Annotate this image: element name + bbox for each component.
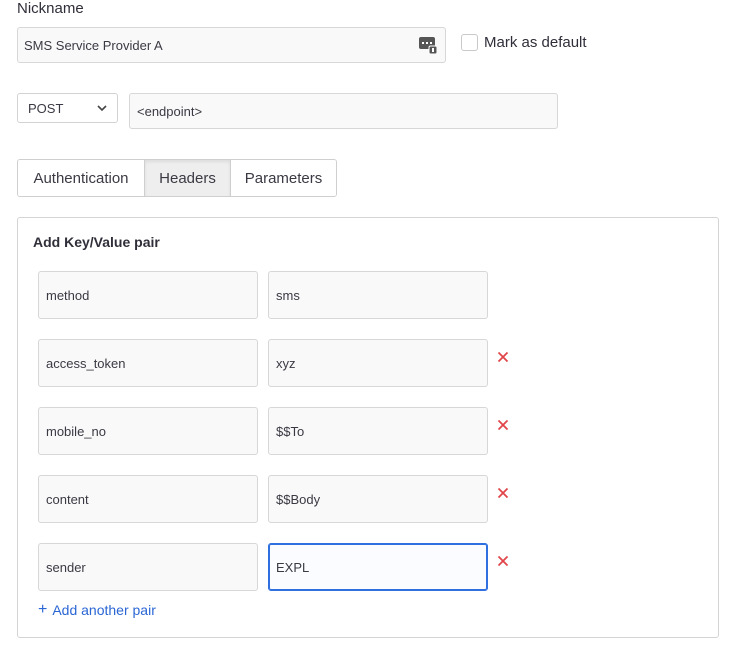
pair-key-value: method — [46, 287, 90, 303]
nickname-label: Nickname — [17, 0, 84, 17]
remove-pair-icon[interactable] — [497, 487, 509, 499]
pair-value-value: $$To — [276, 423, 305, 439]
tab-bar: Authentication Headers Parameters — [17, 159, 337, 197]
endpoint-value: <endpoint> — [137, 103, 203, 119]
nickname-input[interactable]: SMS Service Provider A — [17, 27, 446, 63]
pair-value-value: sms — [276, 287, 300, 303]
nickname-value: SMS Service Provider A — [24, 37, 163, 53]
tab-authentication[interactable]: Authentication — [18, 160, 145, 196]
pair-key-input[interactable]: access_token — [38, 339, 258, 387]
remove-pair-icon[interactable] — [497, 555, 509, 567]
remove-pair-icon[interactable] — [497, 351, 509, 363]
tab-parameters[interactable]: Parameters — [231, 160, 336, 196]
plus-icon: + — [38, 601, 48, 618]
pair-value-value: $$Body — [276, 491, 321, 507]
remove-pair-icon[interactable] — [497, 419, 509, 431]
pair-value-value: xyz — [276, 355, 296, 371]
pair-key-input[interactable]: mobile_no — [38, 407, 258, 455]
method-value: POST — [28, 100, 64, 116]
chevron-down-icon — [97, 104, 107, 111]
pair-value-input[interactable]: xyz — [268, 339, 488, 387]
pair-key-value: mobile_no — [46, 423, 106, 439]
pair-key-input[interactable]: content — [38, 475, 258, 523]
pair-value-input[interactable]: sms — [268, 271, 488, 319]
method-select[interactable]: POST — [17, 93, 118, 123]
pair-value-input[interactable]: $$Body — [268, 475, 488, 523]
tab-headers[interactable]: Headers — [145, 160, 231, 196]
default-checkbox[interactable] — [461, 34, 478, 51]
pair-value-value: EXPL — [276, 559, 310, 575]
pair-value-input[interactable]: EXPL — [268, 543, 488, 591]
password-manager-icon[interactable] — [419, 37, 437, 54]
add-pair-label: Add another pair — [52, 602, 156, 618]
add-pair-link[interactable]: + Add another pair — [38, 601, 156, 619]
default-checkbox-label[interactable]: Mark as default — [484, 34, 587, 51]
pair-key-value: content — [46, 491, 89, 507]
pair-value-input[interactable]: $$To — [268, 407, 488, 455]
pair-key-input[interactable]: sender — [38, 543, 258, 591]
pair-key-value: access_token — [46, 355, 126, 371]
pair-key-value: sender — [46, 559, 86, 575]
panel-title: Add Key/Value pair — [33, 234, 160, 250]
pair-key-input[interactable]: method — [38, 271, 258, 319]
endpoint-input[interactable]: <endpoint> — [129, 93, 558, 129]
